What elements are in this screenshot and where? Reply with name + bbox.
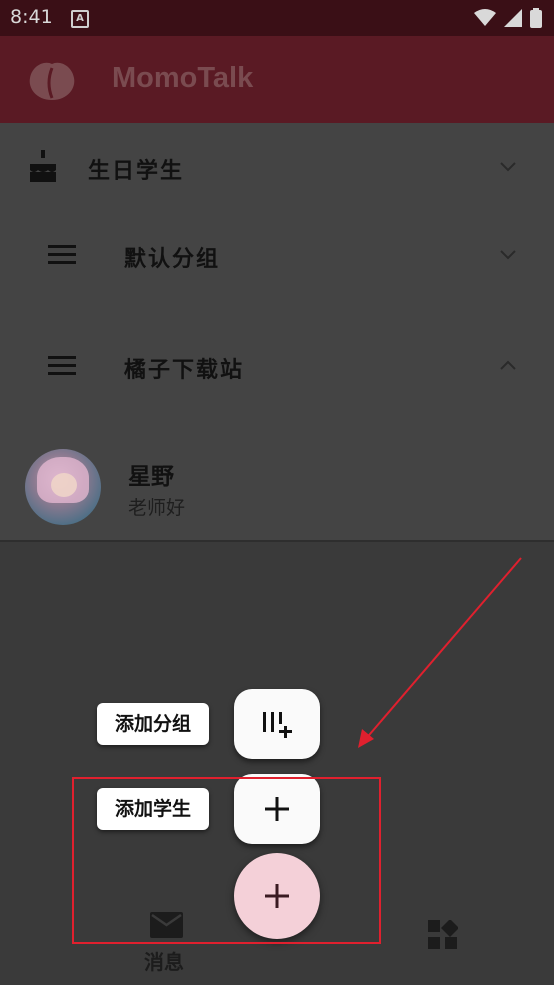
group-row-birthday[interactable]: 生日学生 bbox=[0, 123, 554, 213]
add-group-button[interactable] bbox=[234, 689, 320, 759]
widgets-icon[interactable] bbox=[428, 920, 458, 950]
group-label: 橘子下载站 bbox=[124, 358, 245, 383]
app-bar: MomoTalk bbox=[0, 36, 554, 123]
chevron-down-icon[interactable] bbox=[500, 247, 516, 263]
wifi-icon bbox=[474, 9, 496, 26]
app-title: MomoTalk bbox=[112, 62, 254, 94]
student-name: 星野 bbox=[128, 464, 174, 490]
chevron-down-icon[interactable] bbox=[500, 159, 516, 175]
a-icon: A bbox=[71, 10, 89, 28]
status-bar: 8:41 A bbox=[0, 0, 554, 36]
nav-messages-label[interactable]: 消息 bbox=[144, 946, 184, 975]
divider bbox=[0, 540, 554, 542]
avatar[interactable] bbox=[25, 449, 101, 525]
battery-icon bbox=[530, 8, 542, 28]
status-icons bbox=[474, 8, 542, 28]
add-group-label[interactable]: 添加分组 bbox=[97, 703, 209, 745]
group-row-default[interactable]: 默认分组 bbox=[0, 213, 554, 303]
cake-icon bbox=[30, 150, 56, 182]
annotation-box bbox=[72, 777, 381, 944]
add-column-icon bbox=[263, 712, 292, 738]
status-time: 8:41 bbox=[10, 6, 53, 28]
chevron-up-icon[interactable] bbox=[500, 357, 516, 373]
group-label: 生日学生 bbox=[88, 159, 185, 184]
group-row-orange[interactable]: 橘子下载站 bbox=[0, 323, 554, 413]
peach-logo-icon bbox=[29, 62, 75, 100]
student-message: 老师好 bbox=[128, 497, 186, 519]
signal-icon bbox=[504, 9, 522, 27]
menu-icon bbox=[48, 356, 76, 375]
group-label: 默认分组 bbox=[124, 247, 221, 272]
menu-icon bbox=[48, 245, 76, 264]
